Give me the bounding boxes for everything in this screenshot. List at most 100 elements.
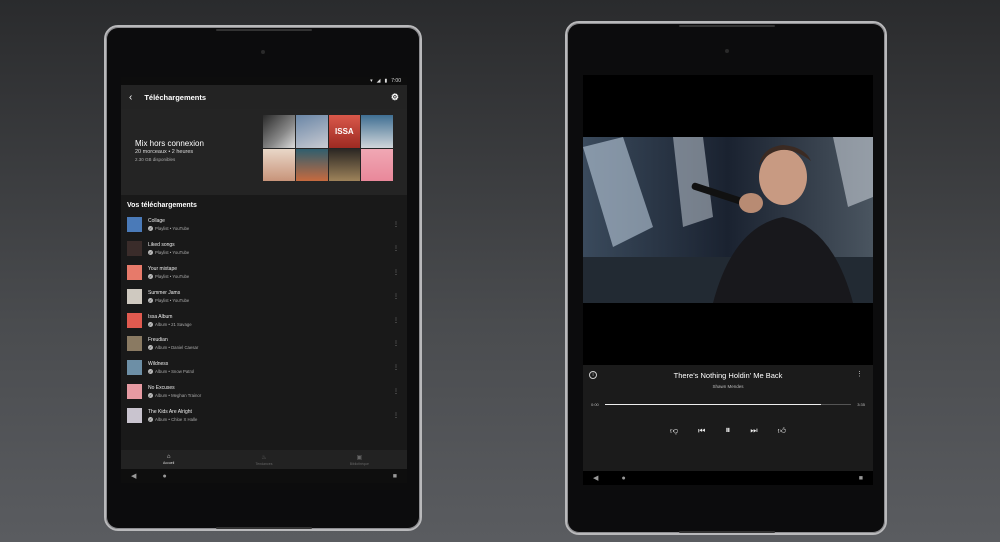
item-subtitle: Album • Daniel Caesar — [155, 345, 199, 351]
list-item[interactable]: Your mixtape ✓ Playlist • YouTube ⋮ — [121, 261, 407, 285]
downloaded-icon: ✓ — [148, 273, 153, 279]
back-arrow-icon[interactable]: ‹ — [129, 92, 132, 103]
list-item[interactable]: Collage ✓ Playlist • YouTube ⋮ — [121, 213, 407, 237]
back-triangle-icon[interactable]: ◀ — [593, 474, 598, 482]
item-thumbnail — [127, 336, 142, 352]
nav-label: Bibliothèque — [349, 461, 369, 466]
item-subtitle-row: ✓ Album • Meghan Trainor — [148, 392, 391, 398]
item-thumbnail — [127, 312, 142, 328]
mix-title: Mix hors connexion — [135, 139, 204, 148]
item-name: Wildness — [148, 361, 169, 368]
item-subtitle-row: ✓ Playlist • YouTube — [148, 297, 391, 303]
item-thumbnail — [127, 383, 142, 399]
flame-icon: ♨ — [261, 454, 267, 461]
seek-bar[interactable] — [605, 404, 851, 405]
home-circle-icon[interactable]: ● — [621, 475, 625, 482]
wifi-icon: ▾ — [370, 78, 373, 84]
list-item[interactable]: No Excuses ✓ Album • Meghan Trainor ⋮ — [121, 380, 407, 404]
more-vert-icon[interactable]: ⋮ — [391, 388, 401, 395]
more-vert-icon[interactable]: ⋮ — [856, 370, 863, 378]
nav-label: Accueil — [163, 461, 175, 465]
downloaded-icon: ✓ — [148, 369, 153, 375]
downloaded-icon: ✓ — [148, 321, 153, 327]
more-vert-icon[interactable]: ⋮ — [391, 412, 401, 419]
recents-square-icon[interactable]: ■ — [393, 473, 397, 480]
pause-icon[interactable]: ⏸︎ — [725, 425, 730, 436]
cover-art — [361, 115, 393, 148]
item-subtitle-row: ✓ Album • Snow Patrol — [148, 369, 391, 375]
list-item[interactable]: Summer Jams ✓ Playlist • YouTube ⋮ — [121, 284, 407, 308]
cover-art — [361, 148, 393, 181]
more-vert-icon[interactable]: ⋮ — [391, 317, 401, 324]
recents-square-icon[interactable]: ■ — [859, 475, 863, 482]
more-vert-icon[interactable]: ⋮ — [391, 269, 401, 276]
right-camera — [725, 49, 729, 53]
downloaded-icon: ✓ — [148, 345, 153, 351]
signal-icon: ◢ — [376, 78, 381, 84]
thumbs-down-icon[interactable]: 👎︎ — [670, 426, 678, 436]
item-subtitle: Album • Snow Patrol — [155, 369, 195, 375]
more-vert-icon[interactable]: ⋮ — [391, 364, 401, 371]
item-name: Issa Album — [148, 313, 173, 320]
next-icon[interactable]: ⏭︎ — [750, 426, 757, 436]
nav-tab-home[interactable]: ⌂ Accueil — [121, 450, 216, 469]
more-vert-icon[interactable]: ⋮ — [391, 245, 401, 252]
status-bar: ▾ ◢ ▮ 7:00 — [121, 77, 407, 85]
more-vert-icon[interactable]: ⋮ — [391, 340, 401, 347]
cover-art — [328, 148, 361, 181]
item-subtitle-row: ✓ Album • Daniel Caesar — [148, 345, 391, 351]
system-nav-bar: ◀ ● ■ — [121, 469, 407, 483]
downloaded-icon: ✓ — [148, 226, 153, 232]
nav-tab-trending[interactable]: ♨ Tendances — [216, 450, 311, 469]
song-title: There's Nothing Holdin' Me Back — [673, 371, 783, 380]
home-circle-icon[interactable]: ● — [162, 473, 166, 480]
downloads-list: Collage ✓ Playlist • YouTube ⋮ Liked songs ✓ P… — [121, 213, 407, 427]
item-subtitle: Playlist • YouTube — [155, 226, 190, 232]
previous-icon[interactable]: ⏮︎ — [698, 426, 705, 436]
mix-cover-grid: ISSA — [263, 115, 393, 181]
item-subtitle: Album • 21 Savage — [155, 321, 192, 327]
item-thumbnail — [127, 360, 142, 376]
app-bar: ‹ Téléchargements ⚙ — [121, 85, 407, 109]
list-item[interactable]: Issa Album ✓ Album • 21 Savage ⋮ — [121, 308, 407, 332]
right-bottom-speaker — [679, 531, 775, 533]
player-panel: i There's Nothing Holdin' Me Back Shawn … — [583, 365, 873, 471]
back-triangle-icon[interactable]: ◀ — [131, 472, 136, 480]
downloaded-icon: ✓ — [148, 392, 153, 398]
song-artist: Shawn Mendes — [712, 384, 744, 389]
cover-art — [263, 148, 295, 181]
item-text: Your mixtape ✓ Playlist • YouTube — [148, 266, 391, 279]
item-name: Collage — [148, 218, 165, 225]
seek-bar-fill — [605, 404, 822, 405]
item-name: Freudian — [148, 337, 168, 344]
list-item[interactable]: The Kids Are Alright ✓ Album • Chloe X Hal… — [121, 403, 407, 427]
music-video[interactable] — [583, 137, 873, 303]
item-subtitle: Playlist • YouTube — [155, 297, 190, 303]
item-text: No Excuses ✓ Album • Meghan Trainor — [148, 385, 391, 398]
mix-storage: 2.30 GB disponibles — [135, 157, 176, 162]
more-vert-icon[interactable]: ⋮ — [391, 293, 401, 300]
more-vert-icon[interactable]: ⋮ — [391, 221, 401, 228]
home-icon: ⌂ — [166, 454, 171, 460]
list-item[interactable]: Liked songs ✓ Playlist • YouTube ⋮ — [121, 237, 407, 261]
item-subtitle-row: ✓ Playlist • YouTube — [148, 226, 391, 232]
item-name: Liked songs — [148, 242, 175, 249]
nav-tab-library[interactable]: ▣ Bibliothèque — [312, 450, 407, 469]
thumbs-up-icon[interactable]: 👍︎ — [778, 426, 786, 436]
item-subtitle: Album • Chloe X Halle — [155, 416, 198, 422]
list-item[interactable]: Freudian ✓ Album • Daniel Caesar ⋮ — [121, 332, 407, 356]
player-screen: i There's Nothing Holdin' Me Back Shawn … — [583, 75, 873, 485]
list-item[interactable]: Wildness ✓ Album • Snow Patrol ⋮ — [121, 356, 407, 380]
offline-mix-card[interactable]: Mix hors connexion 20 morceaux • 2 heure… — [121, 109, 407, 195]
item-name: No Excuses — [148, 384, 175, 391]
bottom-nav: ⌂ Accueil ♨ Tendances ▣ Bibliothèque — [121, 450, 407, 469]
item-subtitle: Playlist • YouTube — [155, 273, 190, 279]
total-time: 3:35 — [857, 402, 865, 407]
gear-icon[interactable]: ⚙ — [391, 92, 399, 103]
downloaded-icon: ✓ — [148, 250, 153, 256]
current-time: 0:00 — [591, 402, 599, 407]
left-bottom-speaker — [216, 527, 312, 529]
right-tablet: i There's Nothing Holdin' Me Back Shawn … — [565, 21, 887, 535]
item-subtitle-row: ✓ Album • Chloe X Halle — [148, 416, 391, 422]
downloaded-icon: ✓ — [148, 297, 153, 303]
